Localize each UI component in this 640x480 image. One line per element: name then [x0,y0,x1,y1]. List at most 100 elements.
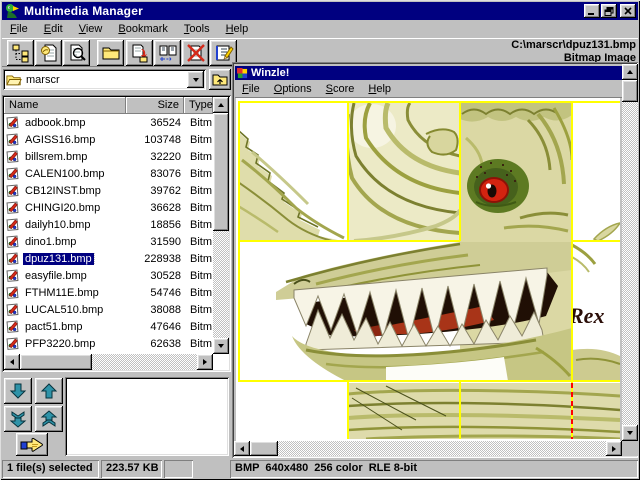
chevron-down-icon [193,78,199,82]
file-list-vertical-scrollbar[interactable] [213,97,229,354]
minimize-button[interactable] [584,4,600,18]
file-row[interactable]: CHINGI20.bmp 36628 Bitm [4,199,213,216]
export-to-disk-button[interactable] [126,40,153,66]
status-selected-size: 223.57 KB [101,460,162,478]
file-row[interactable]: easyfile.bmp 30528 Bitm [4,267,213,284]
scroll-up-button[interactable] [622,64,638,80]
scroll-right-button[interactable] [606,441,622,456]
scroll-up-button[interactable] [213,97,229,113]
close-button[interactable] [620,4,636,18]
scrollbar-thumb[interactable] [622,80,638,102]
file-name-cell: CALEN100.bmp [23,168,125,180]
bitmap-file-icon [4,269,23,282]
column-header-type[interactable]: Type [184,97,213,114]
find-image-button[interactable] [63,40,90,66]
file-type-cell: Bitm [188,270,213,282]
column-header-name[interactable]: Name [4,97,126,114]
bitmap-file-icon [4,286,23,299]
pointing-hand-icon [20,437,44,453]
winzle-menu-item: Score [319,82,362,96]
scrollbar-thumb[interactable] [213,113,229,231]
double-arrow-down-icon [9,410,27,428]
scroll-left-button[interactable] [234,441,250,456]
status-extra [164,460,193,478]
menu-item[interactable]: View [71,21,111,37]
menu-item[interactable]: Bookmark [110,21,176,37]
tree-view-button[interactable] [7,40,34,66]
scroll-right-button[interactable] [197,354,213,370]
file-size-cell: 36524 [125,117,188,129]
annotation-box[interactable] [65,377,229,456]
open-folder-button[interactable] [97,40,124,66]
file-name-cell: dino1.bmp [23,236,125,248]
file-type-cell: Bitm [188,185,213,197]
folder-combobox[interactable]: marscr [3,69,206,90]
go-button[interactable] [16,433,48,456]
puzzle-image: Rex [236,98,620,441]
file-type-cell: Bitm [188,134,213,146]
delete-item-button[interactable] [182,40,209,66]
file-type-cell: Bitm [188,304,213,316]
copy-pages-button[interactable] [154,40,181,66]
tree-view-icon [11,43,31,63]
move-top-button[interactable] [35,406,63,432]
folder-combobox-dropdown-button[interactable] [187,71,204,88]
import-image-button[interactable] [35,40,62,66]
preview-horizontal-scrollbar[interactable] [234,441,622,456]
up-one-level-button[interactable] [209,69,231,90]
winzle-menu-item: Options [267,82,319,96]
menu-item[interactable]: Tools [176,21,218,37]
menu-item[interactable]: Help [218,21,257,37]
scroll-left-button[interactable] [4,354,20,370]
restore-button[interactable] [601,4,617,18]
scroll-down-button[interactable] [622,425,638,441]
file-type-cell: Bitm [188,117,213,129]
file-type-cell: Bitm [188,202,213,214]
file-type-cell: Bitm [188,253,213,265]
scroll-down-button[interactable] [213,338,229,354]
scrollbar-thumb[interactable] [250,441,278,456]
menu-item[interactable]: Edit [36,21,71,37]
column-header-size[interactable]: Size [126,97,184,114]
scrollbar-corner [622,441,638,456]
arrow-down-icon [9,382,27,400]
file-row[interactable]: CALEN100.bmp 83076 Bitm [4,165,213,182]
file-type-cell: Bitm [188,168,213,180]
file-size-cell: 103748 [125,134,188,146]
double-arrow-up-icon [40,410,58,428]
winzle-window-image: Winzle! FileOptionsScoreHelp [235,66,622,441]
file-row[interactable]: pact51.bmp 47646 Bitm [4,318,213,335]
file-type-cell: Bitm [188,287,213,299]
file-type-cell: Bitm [188,219,213,231]
move-bottom-button[interactable] [4,406,32,432]
file-name-cell: easyfile.bmp [23,270,125,282]
file-size-cell: 62638 [125,338,188,350]
file-name-cell: dailyh10.bmp [23,219,125,231]
bitmap-file-icon [4,235,23,248]
file-row[interactable]: FTHM11E.bmp 54746 Bitm [4,284,213,301]
file-row[interactable]: billsrem.bmp 32220 Bitm [4,148,213,165]
file-row[interactable]: CB12INST.bmp 39762 Bitm [4,182,213,199]
file-row[interactable]: adbook.bmp 36524 Bitm [4,114,213,131]
file-row[interactable]: LUCAL510.bmp 38088 Bitm [4,301,213,318]
title-bar: Multimedia Manager [2,2,638,20]
bitmap-file-icon [4,133,23,146]
file-row[interactable]: dailyh10.bmp 18856 Bitm [4,216,213,233]
file-row[interactable]: AGISS16.bmp 103748 Bitm [4,131,213,148]
move-up-button[interactable] [35,378,63,404]
arrow-up-icon [40,382,58,400]
file-row[interactable]: dpuz131.bmp 228938 Bitm [4,250,213,267]
file-list-horizontal-scrollbar[interactable] [4,354,213,370]
file-size-cell: 31590 [125,236,188,248]
file-row[interactable]: PFP3220.bmp 62638 Bitm [4,335,213,352]
import-image-icon [39,43,59,63]
preview-vertical-scrollbar[interactable] [622,64,638,441]
folder-combobox-value: marscr [22,74,187,86]
trex-puzzle-art: Rex [236,98,620,441]
scrollbar-thumb[interactable] [20,354,92,370]
file-row[interactable]: dino1.bmp 31590 Bitm [4,233,213,250]
menu-item[interactable]: File [2,21,36,37]
find-icon [67,43,87,63]
move-down-button[interactable] [4,378,32,404]
bitmap-file-icon [4,337,23,350]
